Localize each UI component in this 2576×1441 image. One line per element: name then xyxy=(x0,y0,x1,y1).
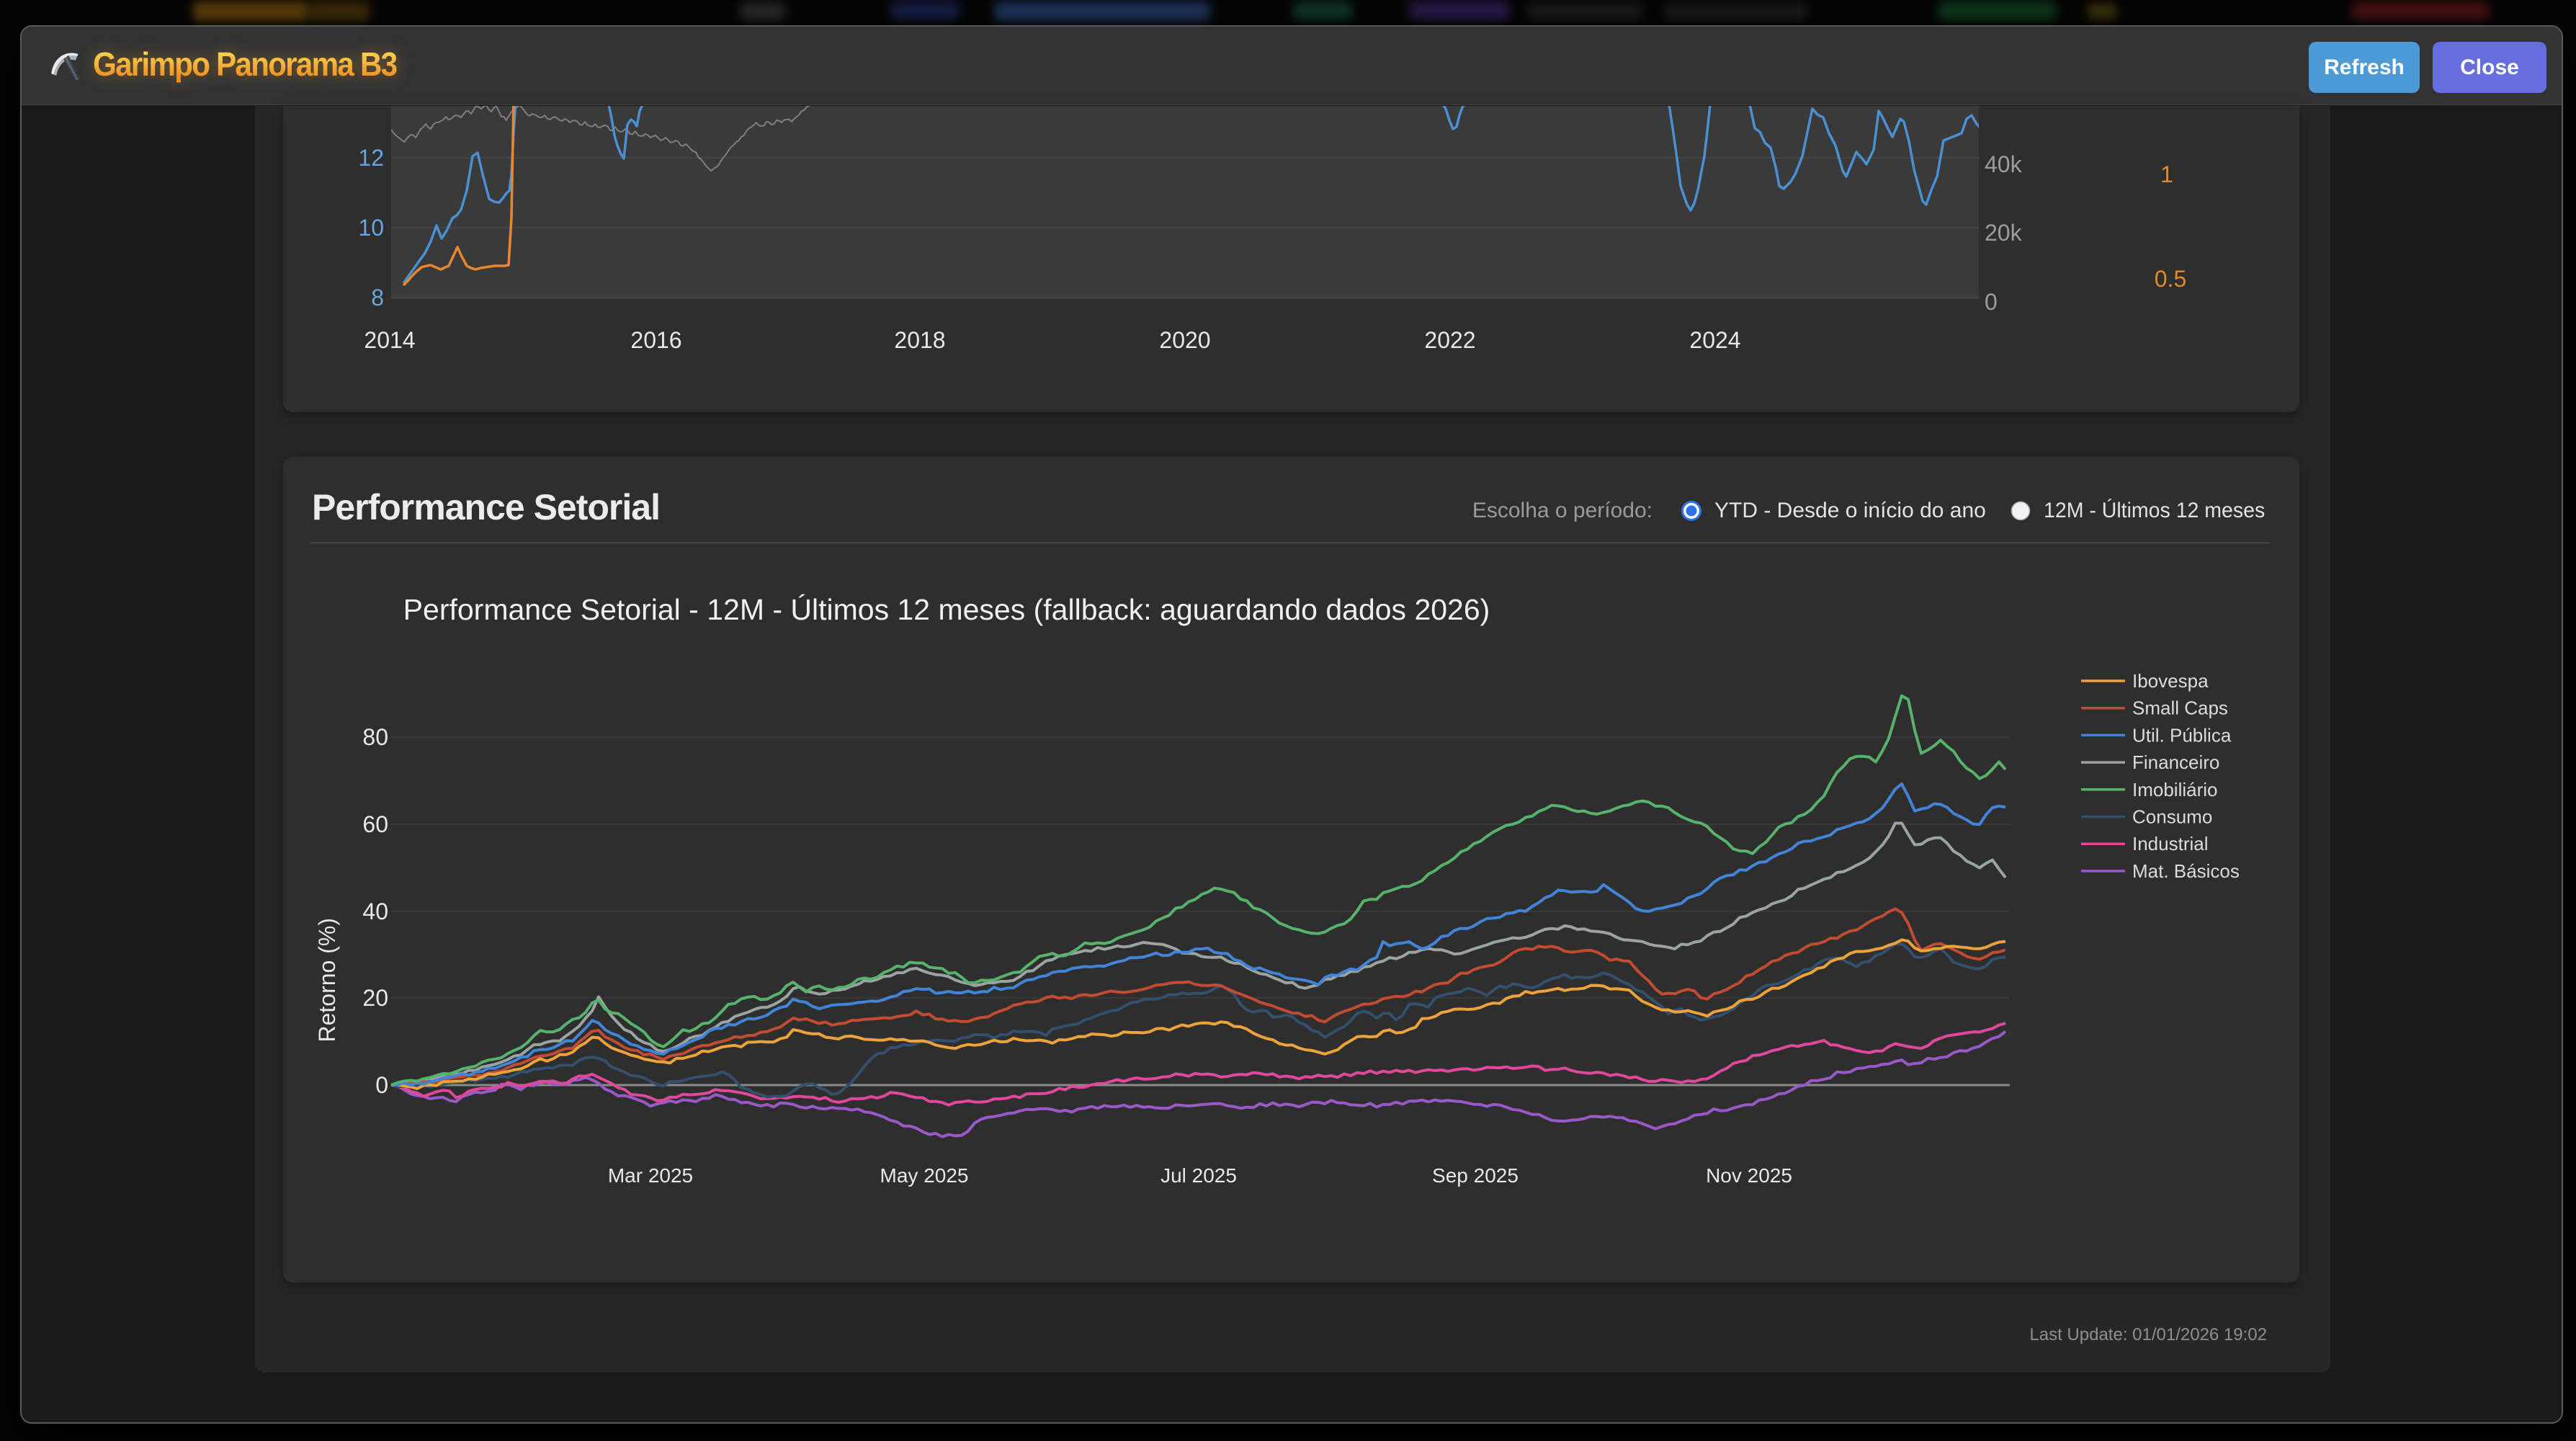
svg-text:0.5: 0.5 xyxy=(2155,266,2186,292)
svg-text:0: 0 xyxy=(375,1072,388,1098)
svg-text:May 2025: May 2025 xyxy=(880,1164,969,1187)
svg-text:Mar 2025: Mar 2025 xyxy=(608,1164,693,1187)
svg-text:2018: 2018 xyxy=(894,327,945,353)
svg-text:2016: 2016 xyxy=(630,327,681,353)
svg-text:2014: 2014 xyxy=(364,327,415,353)
svg-text:40: 40 xyxy=(362,898,388,924)
svg-text:Nov 2025: Nov 2025 xyxy=(1706,1164,1792,1187)
svg-text:10: 10 xyxy=(358,215,384,241)
svg-text:Jul 2025: Jul 2025 xyxy=(1160,1164,1237,1187)
svg-text:20k: 20k xyxy=(1985,220,2023,246)
svg-text:2022: 2022 xyxy=(1424,327,1475,353)
svg-text:1: 1 xyxy=(2160,161,2173,187)
svg-text:Ibovespa: Ibovespa xyxy=(2132,670,2209,692)
svg-text:40k: 40k xyxy=(1985,151,2023,177)
svg-text:Industrial: Industrial xyxy=(2132,833,2209,855)
svg-text:0: 0 xyxy=(1985,289,1998,315)
svg-text:Consumo: Consumo xyxy=(2132,806,2212,828)
svg-text:Financeiro: Financeiro xyxy=(2132,751,2219,773)
svg-text:Imobiliário: Imobiliário xyxy=(2132,779,2218,800)
svg-text:2024: 2024 xyxy=(1689,327,1740,353)
svg-text:Small Caps: Small Caps xyxy=(2132,697,2228,719)
svg-text:Util. Pública: Util. Pública xyxy=(2132,724,2232,746)
svg-text:12: 12 xyxy=(358,145,384,171)
svg-text:20: 20 xyxy=(362,985,388,1011)
svg-text:Retorno (%): Retorno (%) xyxy=(314,918,340,1043)
svg-text:80: 80 xyxy=(362,724,388,750)
svg-text:60: 60 xyxy=(362,811,388,837)
svg-text:Performance Setorial - 12M - Ú: Performance Setorial - 12M - Últimos 12 … xyxy=(403,593,1490,626)
svg-text:Mat. Básicos: Mat. Básicos xyxy=(2132,860,2240,882)
svg-text:8: 8 xyxy=(371,285,384,311)
svg-text:Sep 2025: Sep 2025 xyxy=(1432,1164,1519,1187)
svg-text:2020: 2020 xyxy=(1159,327,1210,353)
